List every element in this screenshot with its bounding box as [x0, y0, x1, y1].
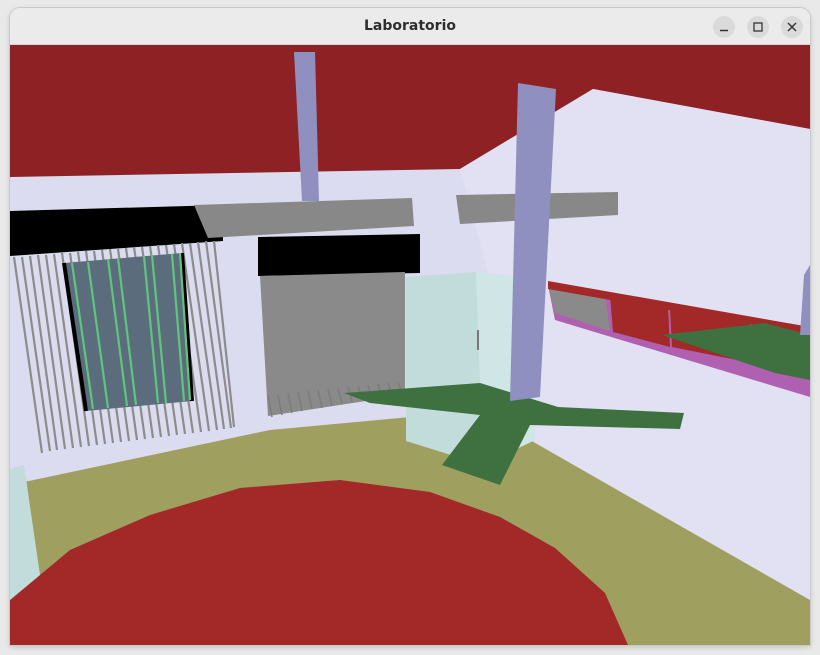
close-icon	[787, 22, 797, 32]
maximize-icon	[753, 22, 763, 32]
title-bar[interactable]: Laboratorio	[10, 8, 810, 45]
close-button[interactable]	[781, 16, 803, 38]
lab-scene	[10, 45, 810, 645]
window-frame-right	[258, 234, 420, 276]
minimize-button[interactable]	[713, 16, 735, 38]
3d-viewport[interactable]	[10, 45, 810, 645]
minimize-icon	[720, 29, 728, 32]
app-window: Laboratorio	[10, 8, 810, 645]
maximize-button[interactable]	[747, 16, 769, 38]
window-title: Laboratorio	[364, 18, 456, 34]
